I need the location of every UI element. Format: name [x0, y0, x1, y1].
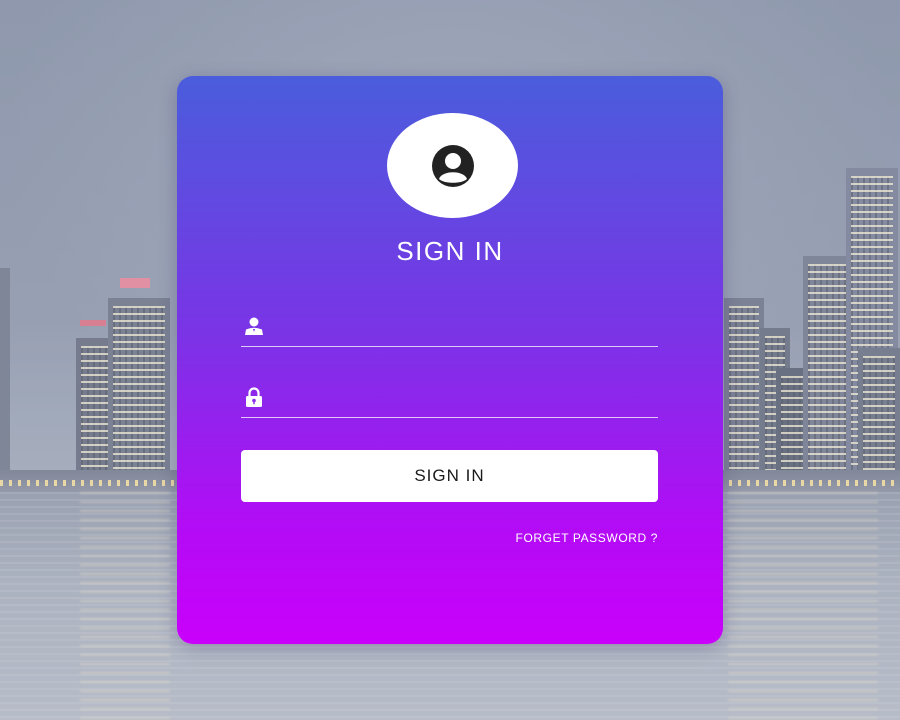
forgot-password-link[interactable]: FORGET PASSWORD ?: [516, 531, 658, 545]
password-field[interactable]: [241, 378, 658, 418]
sign-in-button[interactable]: SIGN IN: [241, 450, 658, 502]
user-icon: [245, 317, 263, 335]
username-input[interactable]: [279, 311, 649, 341]
page-title: SIGN IN: [396, 236, 504, 266]
login-card: SIGN IN SIGN IN FORGET PASSWORD ?: [177, 76, 723, 644]
username-field[interactable]: [241, 307, 658, 347]
avatar: [387, 113, 518, 218]
lock-icon: [246, 387, 262, 407]
password-input[interactable]: [279, 382, 649, 412]
user-circle-icon: [431, 144, 474, 187]
